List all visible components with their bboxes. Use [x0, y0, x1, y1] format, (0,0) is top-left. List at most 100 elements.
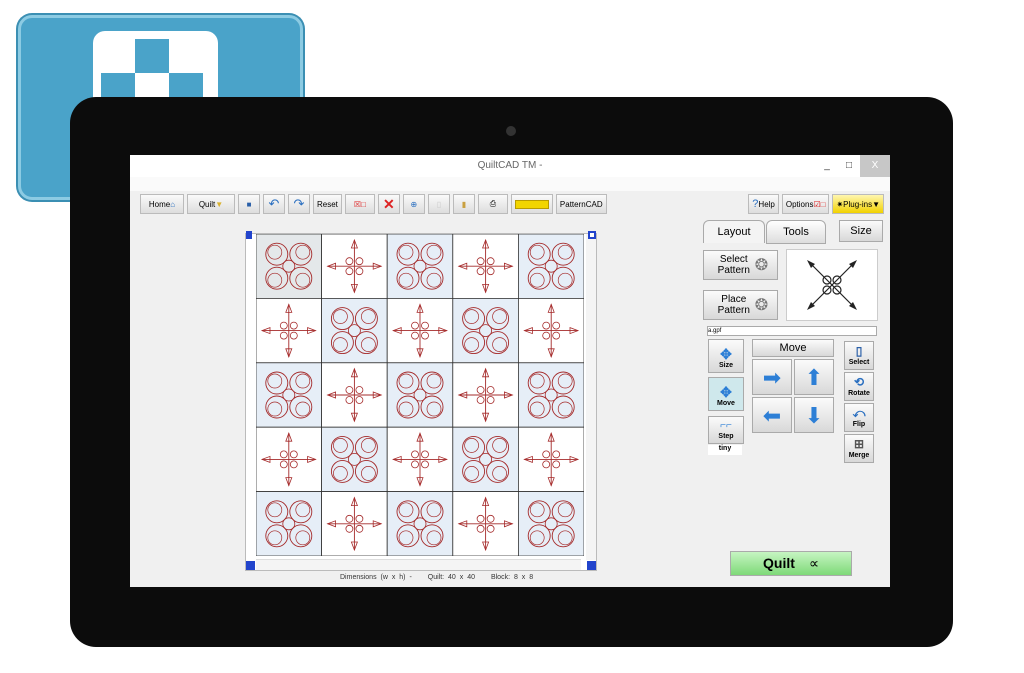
- block-dimensions: Block: 8 x 8: [490, 574, 534, 581]
- quilt-button-label: Quilt: [763, 555, 795, 571]
- redo-icon: ↷: [293, 196, 305, 211]
- move-header: Move: [752, 339, 834, 357]
- home-button[interactable]: Home ⌂: [140, 194, 184, 214]
- quilt-block[interactable]: [321, 426, 388, 492]
- select-pattern-label: Select Pattern: [717, 254, 750, 276]
- move-up-button[interactable]: ⬆: [794, 359, 834, 395]
- rotate-button[interactable]: ⟲ Rotate: [844, 372, 874, 401]
- home-label: Home: [148, 199, 171, 209]
- quilt-block[interactable]: [321, 491, 388, 556]
- tab-tools[interactable]: Tools: [766, 220, 826, 244]
- folder-icon: ▼: [215, 199, 224, 209]
- quilt-block[interactable]: [517, 426, 584, 492]
- merge-icon: ⊞: [853, 437, 865, 451]
- top-right-handle[interactable]: [588, 231, 596, 239]
- bottom-right-handle[interactable]: [587, 561, 596, 570]
- redo-button[interactable]: ↷: [288, 194, 310, 214]
- minimize-button[interactable]: _: [816, 155, 838, 177]
- quilt-block[interactable]: [386, 234, 454, 299]
- bottom-left-handle[interactable]: [246, 561, 255, 570]
- quilt-block[interactable]: [386, 362, 454, 428]
- quilt-block[interactable]: [452, 426, 519, 492]
- options-button[interactable]: Options ☑□: [781, 194, 830, 214]
- paste-icon: ▮: [461, 199, 467, 209]
- quilt-block[interactable]: [386, 491, 454, 556]
- paste-button[interactable]: ▮: [452, 194, 475, 214]
- quilt-block[interactable]: [517, 362, 584, 428]
- flip-button[interactable]: ⤺ Flip: [844, 403, 874, 432]
- quilt-block[interactable]: [256, 426, 322, 492]
- quilt-block[interactable]: [256, 491, 322, 556]
- options-label: Options: [785, 199, 814, 209]
- quilt-grid[interactable]: [256, 234, 584, 556]
- open-quilt-button[interactable]: Quilt ▼: [187, 194, 235, 214]
- delete-button[interactable]: ✕: [377, 194, 400, 214]
- rotate-label: Rotate: [848, 390, 870, 397]
- select-pattern-button[interactable]: Select Pattern ❂: [703, 250, 778, 280]
- arrow-down-icon: ⬇: [804, 402, 824, 428]
- dimensions-label: Dimensions (w x h) -: [340, 574, 412, 581]
- stairs-icon: ⌐⌐: [720, 420, 732, 431]
- quilt-block[interactable]: [321, 234, 388, 299]
- size-button[interactable]: ✥ Size: [708, 339, 744, 373]
- quilt-block[interactable]: [517, 491, 584, 556]
- app-window: QuiltCAD TM - _ □ X Home ⌂ Quilt ▼ ■ ↶ ↷ R…: [130, 155, 890, 587]
- tab-layout[interactable]: Layout: [703, 220, 765, 243]
- step-button[interactable]: ⌐⌐ Step: [708, 416, 744, 444]
- quilt-button[interactable]: Quilt ∝: [730, 551, 852, 576]
- step-size-value[interactable]: tiny: [708, 445, 742, 455]
- plug-icon: ▼: [872, 199, 880, 209]
- quilt-block[interactable]: [256, 362, 322, 428]
- clear-button[interactable]: ☒□: [344, 194, 375, 214]
- flip-label: Flip: [852, 421, 866, 428]
- quilt-block[interactable]: [256, 234, 322, 299]
- top-left-handle[interactable]: [246, 231, 252, 239]
- move-left-button[interactable]: ⬅: [752, 397, 792, 433]
- quilt-block[interactable]: [256, 298, 322, 364]
- quilt-block[interactable]: [386, 298, 454, 364]
- print-button[interactable]: ⎙: [477, 194, 508, 214]
- quilt-block[interactable]: [321, 298, 388, 364]
- help-button[interactable]: ? Help: [748, 194, 779, 214]
- ruler-button[interactable]: [510, 194, 553, 214]
- clear-icon: ☒□: [353, 199, 366, 209]
- quilt-block[interactable]: [452, 362, 519, 428]
- quilt-block[interactable]: [517, 234, 584, 299]
- plugins-label: Plug-ins: [843, 199, 873, 209]
- quilt-block[interactable]: [321, 362, 388, 428]
- size-arrows-icon: ✥: [720, 346, 732, 362]
- horizontal-scrollbar[interactable]: [256, 559, 581, 570]
- close-button[interactable]: X: [860, 155, 890, 177]
- quilt-block[interactable]: [517, 298, 584, 364]
- copy-icon: ▯: [436, 199, 442, 209]
- patterncad-button[interactable]: PatternCAD: [555, 194, 607, 214]
- ruler-icon: [514, 199, 549, 209]
- toolbar: Home ⌂ Quilt ▼ ■ ↶ ↷ Reset ☒□ ✕ ⊕ ▯ ▮ ⎙ Pa…: [130, 191, 890, 217]
- place-icon: ❂: [754, 296, 769, 314]
- home-icon: ⌂: [170, 199, 176, 209]
- reset-button[interactable]: Reset: [313, 194, 342, 214]
- move-down-button[interactable]: ⬇: [794, 397, 834, 433]
- pattern-ring-icon: ❂: [754, 256, 769, 274]
- merge-button[interactable]: ⊞ Merge: [844, 434, 874, 463]
- quilt-canvas[interactable]: [245, 231, 597, 571]
- place-pattern-label: Place Pattern: [717, 294, 750, 316]
- size-tab-button[interactable]: Size: [839, 220, 883, 242]
- save-button[interactable]: ■: [238, 194, 260, 214]
- arrow-left-icon: ⬅: [762, 402, 782, 428]
- undo-button[interactable]: ↶: [263, 194, 285, 214]
- plugins-button[interactable]: ✷ Plug-ins ▼: [832, 194, 884, 214]
- place-pattern-button[interactable]: Place Pattern ❂: [703, 290, 778, 320]
- move-right-button[interactable]: ➡: [752, 359, 792, 395]
- quilt-block[interactable]: [452, 491, 519, 556]
- zoom-button[interactable]: ⊕: [402, 194, 425, 214]
- copy-button[interactable]: ▯: [427, 194, 450, 214]
- vertical-scrollbar[interactable]: [586, 234, 596, 560]
- filename-field[interactable]: a.gpf: [707, 326, 877, 336]
- quilt-block[interactable]: [452, 234, 519, 299]
- quilt-block[interactable]: [452, 298, 519, 364]
- maximize-button[interactable]: □: [838, 155, 860, 177]
- select-button[interactable]: ▯ Select: [844, 341, 874, 370]
- quilt-block[interactable]: [386, 426, 454, 492]
- move-mode-button[interactable]: ✥ Move: [708, 377, 744, 411]
